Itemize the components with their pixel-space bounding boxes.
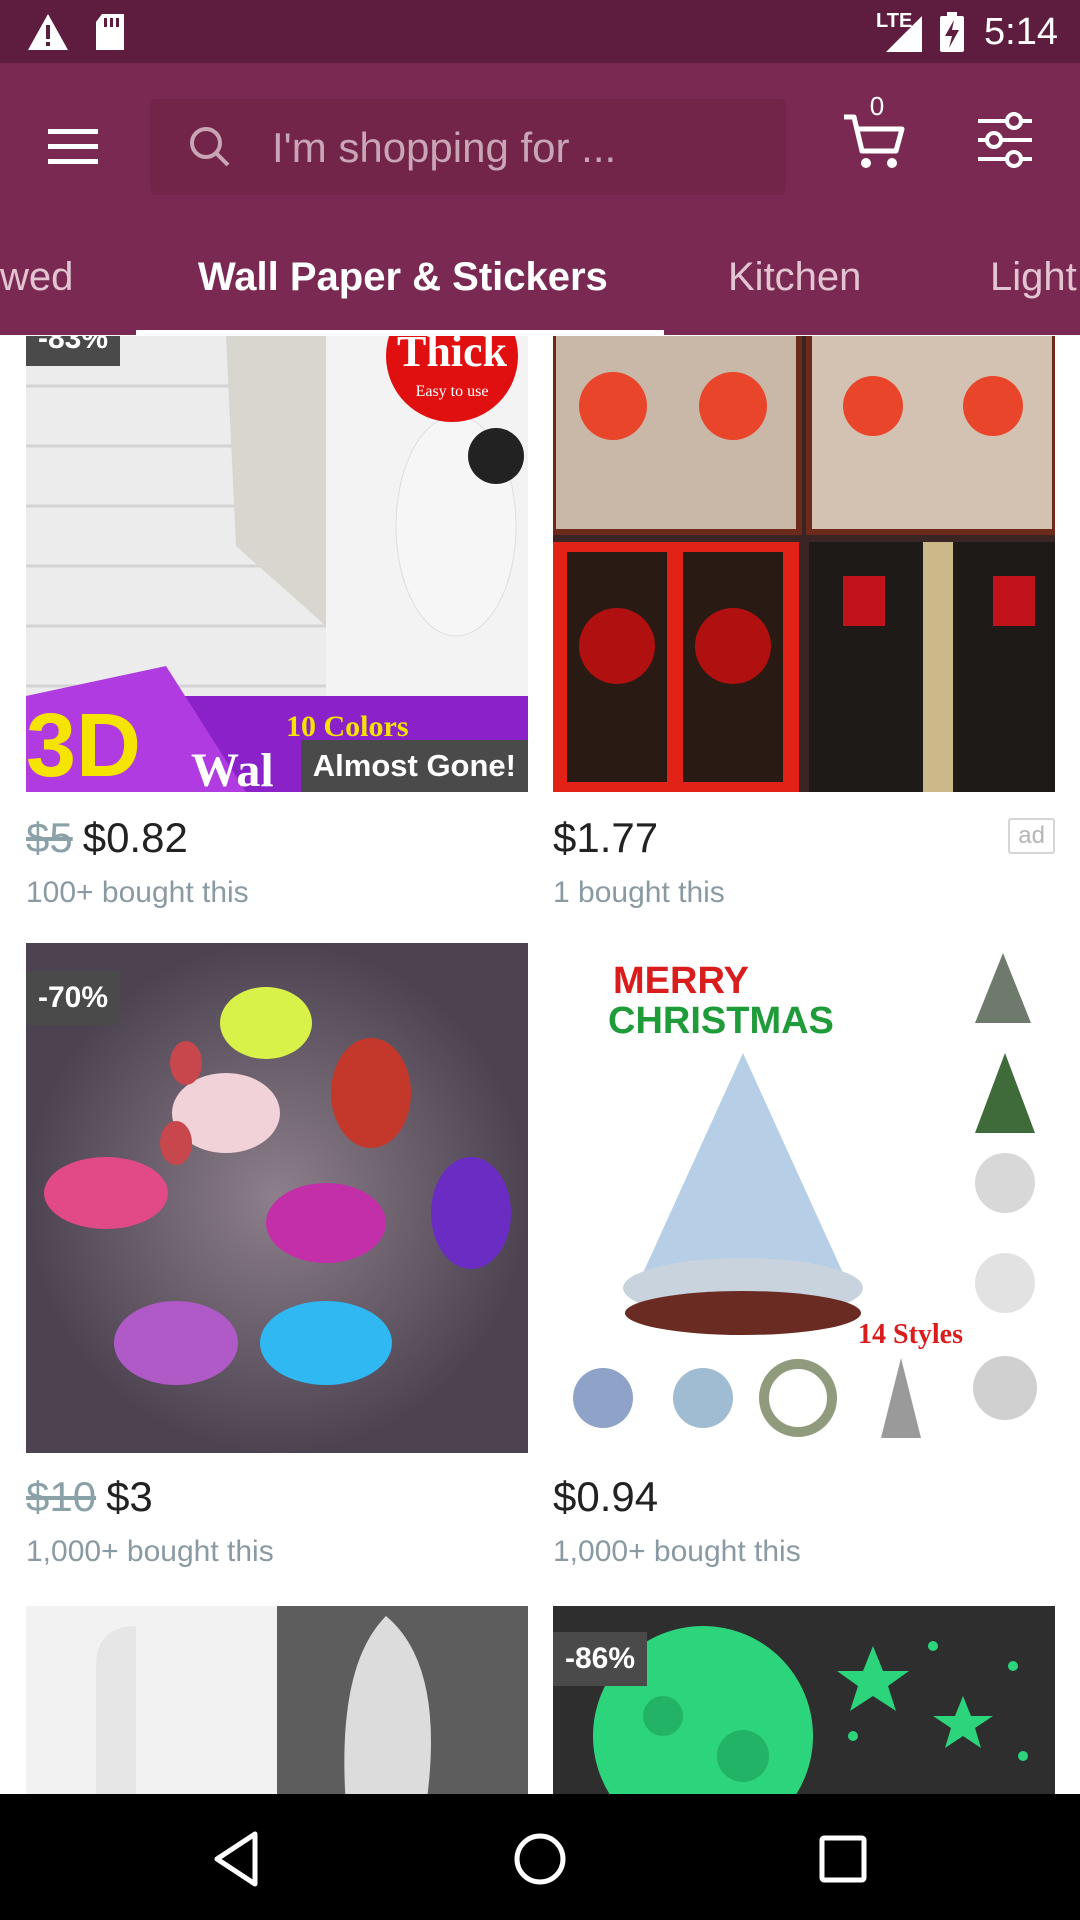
original-price: $5 <box>26 814 73 861</box>
decoration-photo <box>553 336 1055 792</box>
battery-charging-icon <box>940 12 964 52</box>
discount-badge: -83% <box>26 336 121 366</box>
search-input[interactable] <box>270 99 754 197</box>
thick-label: Thick <box>397 336 508 376</box>
3d-label: 3D <box>26 696 141 792</box>
styles-label: 14 Styles <box>858 1319 963 1350</box>
tab-light[interactable]: Light <box>990 255 1077 300</box>
sale-price: $0.82 <box>82 814 188 861</box>
bought-count: 1 bought this <box>553 876 725 909</box>
price-row: $0.94 <box>553 1473 658 1521</box>
price-row: $5 $0.82 <box>26 814 188 862</box>
product-image[interactable]: MERRY CHRISTMAS 14 Styles <box>553 943 1055 1453</box>
search-bar[interactable] <box>150 99 786 197</box>
ad-label: ad <box>1008 818 1055 854</box>
alert-icon <box>28 14 68 50</box>
price-row: $10 $3 <box>26 1473 153 1521</box>
clock: 5:14 <box>984 11 1058 53</box>
status-bar: LTE 5:14 <box>0 0 1080 63</box>
sale-price: $0.94 <box>553 1473 659 1520</box>
sd-card-icon <box>96 14 124 50</box>
product-image[interactable] <box>26 1606 528 1794</box>
discount-badge: -70% <box>26 971 121 1025</box>
discount-badge: -86% <box>553 1632 648 1686</box>
app-bar: 0 wed Wall Paper & Stickers Kitchen Ligh… <box>0 63 1080 335</box>
sale-price: $1.77 <box>553 814 659 861</box>
search-icon <box>190 127 230 167</box>
home-icon[interactable] <box>505 1824 575 1894</box>
tab-kitchen[interactable]: Kitchen <box>728 255 861 300</box>
product-grid: Thick Easy to use 3D Wal 10 Colors -83% … <box>0 336 1080 1794</box>
wallpaper-photo: Thick Easy to use 3D Wal 10 Colors <box>26 336 528 792</box>
merry-label: MERRY <box>613 960 749 1002</box>
product-image[interactable]: -70% <box>26 943 528 1453</box>
easy-label: Easy to use <box>416 383 489 400</box>
christmas-label: CHRISTMAS <box>608 1000 834 1042</box>
original-price: $10 <box>26 1473 97 1520</box>
price-row: $1.77 <box>553 814 658 862</box>
menu-icon[interactable] <box>40 113 106 179</box>
recents-icon[interactable] <box>808 1824 878 1894</box>
christmas-tree-photo: MERRY CHRISTMAS 14 Styles <box>553 943 1055 1453</box>
mirror-sticker-photo <box>26 1606 528 1794</box>
filter-icon[interactable] <box>974 109 1036 171</box>
colors-label: 10 Colors <box>286 710 409 743</box>
cart-count-badge: 0 <box>869 91 885 121</box>
wal-label: Wal <box>191 744 274 792</box>
product-image[interactable]: -86% <box>553 1606 1055 1794</box>
bought-count: 1,000+ bought this <box>26 1535 274 1568</box>
tab-wed[interactable]: wed <box>0 255 73 300</box>
bought-count: 100+ bought this <box>26 876 249 909</box>
product-image[interactable]: Thick Easy to use 3D Wal 10 Colors -83% … <box>26 336 528 792</box>
system-nav-bar <box>0 1794 1080 1920</box>
sale-price: $3 <box>106 1473 153 1520</box>
cart-button[interactable]: 0 <box>840 91 910 175</box>
signal-icon <box>886 16 922 52</box>
category-tabs: wed Wall Paper & Stickers Kitchen Light <box>0 245 1080 335</box>
bought-count: 1,000+ bought this <box>553 1535 801 1568</box>
product-image[interactable] <box>553 336 1055 792</box>
almost-gone-badge: Almost Gone! <box>300 740 528 792</box>
back-icon[interactable] <box>203 1824 273 1894</box>
tab-wall-paper-stickers[interactable]: Wall Paper & Stickers <box>198 255 608 300</box>
